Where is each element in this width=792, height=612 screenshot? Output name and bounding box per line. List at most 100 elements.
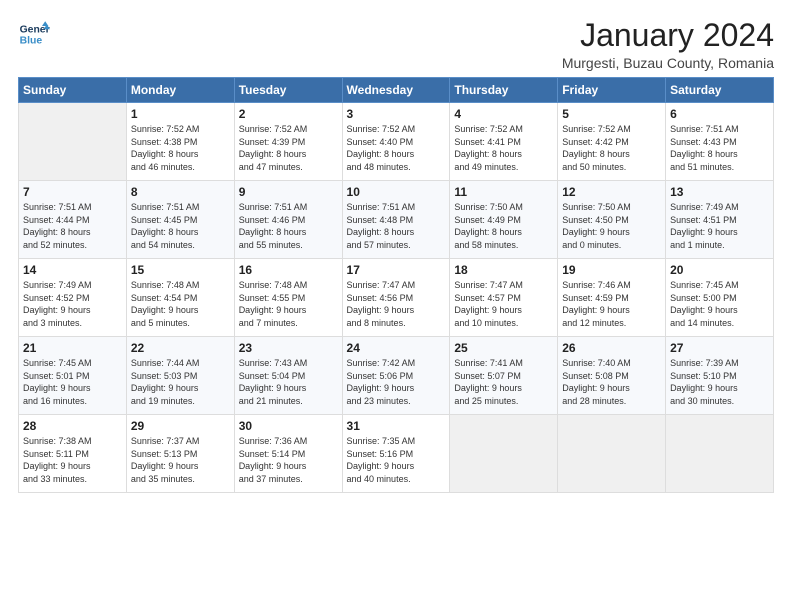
calendar-cell — [558, 415, 666, 493]
calendar-cell: 15 Sunrise: 7:48 AMSunset: 4:54 PMDayligh… — [126, 259, 234, 337]
calendar-cell: 18Sunrise: 7:47 AMSunset: 4:57 PMDayligh… — [450, 259, 558, 337]
day-header-friday: Friday — [558, 78, 666, 103]
calendar-cell — [450, 415, 558, 493]
day-number: 22 — [131, 341, 230, 355]
day-info: Sunrise: 7:42 AMSunset: 5:06 PMDaylight:… — [347, 357, 446, 407]
calendar-cell: 19 Sunrise: 7:46 AMSunset: 4:59 PMDayligh… — [558, 259, 666, 337]
day-info: Sunrise: 7:45 AMSunset: 5:00 PMDaylight:… — [670, 279, 769, 329]
day-number: 15 — [131, 263, 230, 277]
day-info: Sunrise: 7:50 AMSunset: 4:50 PMDaylight:… — [562, 201, 661, 251]
calendar-table: SundayMondayTuesdayWednesdayThursdayFrid… — [18, 77, 774, 493]
day-number: 3 — [347, 107, 446, 121]
day-number: 11 — [454, 185, 553, 199]
calendar-cell: 16 Sunrise: 7:48 AMSunset: 4:55 PMDayligh… — [234, 259, 342, 337]
calendar-cell: 6 Sunrise: 7:51 AMSunset: 4:43 PMDaylight… — [666, 103, 774, 181]
day-header-wednesday: Wednesday — [342, 78, 450, 103]
day-info: Sunrise: 7:47 AMSunset: 4:57 PMDaylight:… — [454, 279, 553, 329]
calendar-cell: 8 Sunrise: 7:51 AMSunset: 4:45 PMDaylight… — [126, 181, 234, 259]
calendar-cell: 26 Sunrise: 7:40 AMSunset: 5:08 PMDayligh… — [558, 337, 666, 415]
calendar-cell: 14Sunrise: 7:49 AMSunset: 4:52 PMDayligh… — [19, 259, 127, 337]
calendar-cell: 20 Sunrise: 7:45 AMSunset: 5:00 PMDayligh… — [666, 259, 774, 337]
day-info: Sunrise: 7:49 AMSunset: 4:52 PMDaylight:… — [23, 279, 122, 329]
calendar-cell: 1 Sunrise: 7:52 AMSunset: 4:38 PMDaylight… — [126, 103, 234, 181]
calendar-cell: 13Sunrise: 7:49 AMSunset: 4:51 PMDayligh… — [666, 181, 774, 259]
calendar-cell: 17 Sunrise: 7:47 AMSunset: 4:56 PMDayligh… — [342, 259, 450, 337]
day-number: 16 — [239, 263, 338, 277]
page-container: General Blue January 2024 Murgesti, Buza… — [0, 0, 792, 503]
calendar-cell: 25 Sunrise: 7:41 AMSunset: 5:07 PMDayligh… — [450, 337, 558, 415]
day-number: 27 — [670, 341, 769, 355]
calendar-week-row: 21Sunrise: 7:45 AMSunset: 5:01 PMDayligh… — [19, 337, 774, 415]
day-number: 25 — [454, 341, 553, 355]
logo-icon: General Blue — [18, 18, 50, 50]
day-number: 9 — [239, 185, 338, 199]
day-info: Sunrise: 7:45 AMSunset: 5:01 PMDaylight:… — [23, 357, 122, 407]
day-number: 7 — [23, 185, 122, 199]
calendar-week-row: 7 Sunrise: 7:51 AMSunset: 4:44 PMDaylight… — [19, 181, 774, 259]
calendar-cell: 2 Sunrise: 7:52 AMSunset: 4:39 PMDaylight… — [234, 103, 342, 181]
day-info: Sunrise: 7:39 AMSunset: 5:10 PMDaylight:… — [670, 357, 769, 407]
calendar-cell: 28 Sunrise: 7:38 AMSunset: 5:11 PMDayligh… — [19, 415, 127, 493]
day-number: 26 — [562, 341, 661, 355]
calendar-cell: 24 Sunrise: 7:42 AMSunset: 5:06 PMDayligh… — [342, 337, 450, 415]
day-number: 30 — [239, 419, 338, 433]
day-number: 12 — [562, 185, 661, 199]
calendar-cell — [666, 415, 774, 493]
calendar-cell: 11 Sunrise: 7:50 AMSunset: 4:49 PMDayligh… — [450, 181, 558, 259]
day-number: 19 — [562, 263, 661, 277]
calendar-cell: 9 Sunrise: 7:51 AMSunset: 4:46 PMDaylight… — [234, 181, 342, 259]
day-info: Sunrise: 7:51 AMSunset: 4:43 PMDaylight:… — [670, 123, 769, 173]
day-info: Sunrise: 7:46 AMSunset: 4:59 PMDaylight:… — [562, 279, 661, 329]
day-number: 20 — [670, 263, 769, 277]
title-section: January 2024 Murgesti, Buzau County, Rom… — [562, 18, 774, 71]
svg-text:General: General — [20, 24, 50, 35]
day-info: Sunrise: 7:38 AMSunset: 5:11 PMDaylight:… — [23, 435, 122, 485]
day-info: Sunrise: 7:36 AMSunset: 5:14 PMDaylight:… — [239, 435, 338, 485]
day-info: Sunrise: 7:48 AMSunset: 4:55 PMDaylight:… — [239, 279, 338, 329]
day-info: Sunrise: 7:41 AMSunset: 5:07 PMDaylight:… — [454, 357, 553, 407]
day-info: Sunrise: 7:43 AMSunset: 5:04 PMDaylight:… — [239, 357, 338, 407]
day-info: Sunrise: 7:48 AMSunset: 4:54 PMDaylight:… — [131, 279, 230, 329]
day-header-saturday: Saturday — [666, 78, 774, 103]
calendar-cell: 3Sunrise: 7:52 AMSunset: 4:40 PMDaylight… — [342, 103, 450, 181]
day-info: Sunrise: 7:40 AMSunset: 5:08 PMDaylight:… — [562, 357, 661, 407]
calendar-week-row: 14Sunrise: 7:49 AMSunset: 4:52 PMDayligh… — [19, 259, 774, 337]
calendar-cell: 10Sunrise: 7:51 AMSunset: 4:48 PMDayligh… — [342, 181, 450, 259]
day-info: Sunrise: 7:50 AMSunset: 4:49 PMDaylight:… — [454, 201, 553, 251]
day-info: Sunrise: 7:52 AMSunset: 4:38 PMDaylight:… — [131, 123, 230, 173]
calendar-cell: 29Sunrise: 7:37 AMSunset: 5:13 PMDayligh… — [126, 415, 234, 493]
day-header-tuesday: Tuesday — [234, 78, 342, 103]
day-header-thursday: Thursday — [450, 78, 558, 103]
day-number: 8 — [131, 185, 230, 199]
calendar-cell: 4Sunrise: 7:52 AMSunset: 4:41 PMDaylight… — [450, 103, 558, 181]
header: General Blue January 2024 Murgesti, Buza… — [18, 18, 774, 71]
calendar-cell: 7 Sunrise: 7:51 AMSunset: 4:44 PMDaylight… — [19, 181, 127, 259]
location: Murgesti, Buzau County, Romania — [562, 55, 774, 71]
day-number: 5 — [562, 107, 661, 121]
day-header-monday: Monday — [126, 78, 234, 103]
calendar-cell: 27 Sunrise: 7:39 AMSunset: 5:10 PMDayligh… — [666, 337, 774, 415]
day-info: Sunrise: 7:49 AMSunset: 4:51 PMDaylight:… — [670, 201, 769, 251]
day-info: Sunrise: 7:51 AMSunset: 4:46 PMDaylight:… — [239, 201, 338, 251]
day-info: Sunrise: 7:47 AMSunset: 4:56 PMDaylight:… — [347, 279, 446, 329]
day-number: 23 — [239, 341, 338, 355]
day-info: Sunrise: 7:35 AMSunset: 5:16 PMDaylight:… — [347, 435, 446, 485]
day-header-sunday: Sunday — [19, 78, 127, 103]
logo: General Blue — [18, 18, 50, 50]
calendar-cell: 23 Sunrise: 7:43 AMSunset: 5:04 PMDayligh… — [234, 337, 342, 415]
day-number: 24 — [347, 341, 446, 355]
day-number: 29 — [131, 419, 230, 433]
day-number: 2 — [239, 107, 338, 121]
day-info: Sunrise: 7:51 AMSunset: 4:44 PMDaylight:… — [23, 201, 122, 251]
month-title: January 2024 — [562, 18, 774, 53]
day-number: 1 — [131, 107, 230, 121]
day-number: 17 — [347, 263, 446, 277]
day-number: 4 — [454, 107, 553, 121]
day-info: Sunrise: 7:52 AMSunset: 4:39 PMDaylight:… — [239, 123, 338, 173]
day-info: Sunrise: 7:52 AMSunset: 4:42 PMDaylight:… — [562, 123, 661, 173]
calendar-cell: 12 Sunrise: 7:50 AMSunset: 4:50 PMDayligh… — [558, 181, 666, 259]
day-number: 10 — [347, 185, 446, 199]
day-info: Sunrise: 7:51 AMSunset: 4:45 PMDaylight:… — [131, 201, 230, 251]
day-number: 28 — [23, 419, 122, 433]
day-number: 6 — [670, 107, 769, 121]
